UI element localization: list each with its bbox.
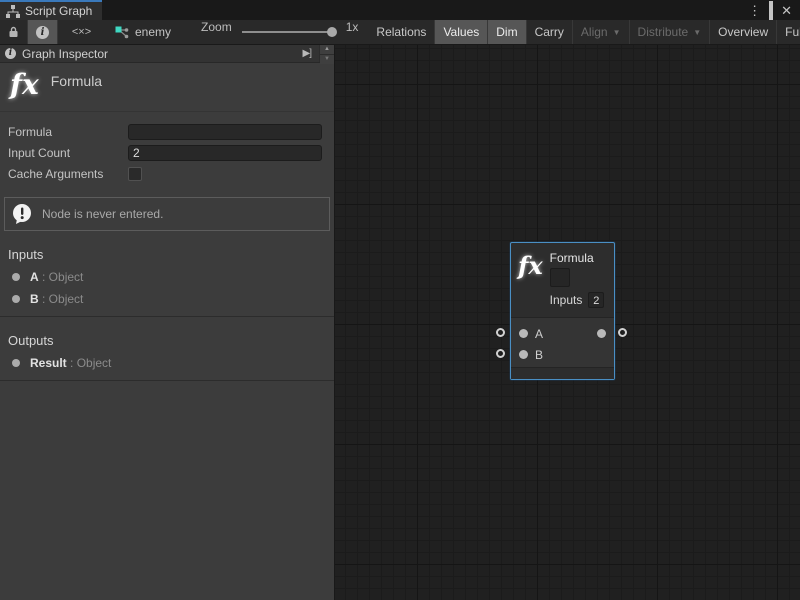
values-button[interactable]: Values (434, 20, 487, 44)
zoom-slider-knob[interactable] (327, 27, 337, 37)
input-count-label: Input Count (8, 146, 128, 160)
graph-canvas[interactable]: fx Formula Inputs 2 A B (335, 45, 800, 600)
warning-bubble-icon (11, 203, 34, 226)
output-port-result[interactable] (597, 329, 606, 338)
port-dot-icon (12, 359, 20, 367)
external-connection-port-a[interactable] (496, 328, 505, 337)
scroll-down-icon[interactable]: ▼ (320, 54, 334, 64)
zoom-label: Zoom (201, 20, 232, 44)
overview-button[interactable]: Overview (709, 20, 776, 44)
carry-button[interactable]: Carry (526, 20, 572, 44)
maximize-icon[interactable] (769, 4, 773, 17)
list-item: A : Object (0, 266, 334, 288)
inspector-fields: Formula Input Count Cache Arguments (0, 112, 334, 189)
external-connection-port-b[interactable] (496, 349, 505, 358)
toolbar-right-group: Relations Values Dim Carry Align ▼ Distr… (368, 20, 800, 44)
toolbar-left-group: i <×> (0, 20, 105, 44)
inputs-heading: Inputs (0, 241, 334, 266)
port-type: : Object (42, 292, 83, 306)
node-inputs-label: Inputs (550, 293, 583, 307)
relations-button[interactable]: Relations (368, 20, 434, 44)
list-item: B : Object (0, 288, 334, 310)
node-inspector-title: fx Formula (0, 63, 334, 112)
inspector-header: i Graph Inspector ▶] ▲ ▼ (0, 45, 334, 63)
chevron-down-icon: ▼ (693, 28, 701, 37)
cache-arguments-checkbox[interactable] (128, 167, 142, 181)
input-port-b[interactable] (519, 350, 528, 359)
fx-icon: fx (518, 251, 543, 317)
graph-breadcrumb-icon (115, 26, 129, 39)
inspector-header-title: Graph Inspector (22, 47, 108, 61)
script-graph-icon (6, 5, 20, 18)
tab-script-graph[interactable]: Script Graph (0, 0, 102, 20)
external-connection-port-result[interactable] (618, 328, 627, 337)
port-label: A (535, 327, 543, 341)
node-title: Formula (550, 251, 605, 265)
formula-node-footer (511, 367, 614, 379)
list-item: Result : Object (0, 352, 334, 374)
chevron-down-icon: ▼ (613, 28, 621, 37)
cache-arguments-label: Cache Arguments (8, 167, 128, 181)
distribute-dropdown[interactable]: Distribute ▼ (629, 20, 710, 44)
formula-input[interactable] (128, 124, 322, 140)
port-dot-icon (12, 295, 20, 303)
input-count-input[interactable] (128, 145, 322, 161)
zoom-slider[interactable] (242, 31, 346, 33)
code-preview-button[interactable]: <×> (57, 20, 105, 44)
inspector-node-title: Formula (51, 69, 102, 89)
formula-field-label: Formula (8, 125, 128, 139)
formula-node-header: fx Formula Inputs 2 (511, 243, 614, 318)
lock-icon (8, 26, 19, 38)
menu-kebab-icon[interactable]: ⋮ (748, 4, 761, 17)
port-name: B (30, 292, 39, 306)
graph-inspector-panel: i Graph Inspector ▶] ▲ ▼ fx Formula Form… (0, 45, 335, 600)
lock-button[interactable] (0, 20, 27, 44)
formula-node-ports: A B (511, 318, 614, 367)
code-icon: <×> (72, 26, 91, 38)
info-icon: i (5, 48, 16, 59)
dock-icon[interactable]: ▶] (301, 48, 313, 59)
close-icon[interactable]: ✕ (781, 4, 792, 17)
port-type: : Object (70, 356, 111, 370)
outputs-section: Outputs Result : Object (0, 317, 334, 381)
window-controls: ⋮ ✕ (748, 0, 800, 20)
breadcrumb: enemy (105, 20, 171, 44)
dim-button[interactable]: Dim (487, 20, 525, 44)
node-inputs-count[interactable]: 2 (588, 292, 604, 308)
fx-icon: fx (10, 69, 39, 101)
port-dot-icon (12, 273, 20, 281)
zoom-value: 1x (346, 20, 359, 44)
breadcrumb-graph-name[interactable]: enemy (135, 25, 171, 39)
inputs-section: Inputs A : Object B : Object (0, 231, 334, 317)
warning-text: Node is never entered. (42, 207, 163, 221)
port-name: A (30, 270, 39, 284)
node-formula-input[interactable] (550, 268, 570, 287)
inspector-toggle-button[interactable]: i (27, 20, 57, 44)
info-icon: i (36, 26, 49, 39)
outputs-heading: Outputs (0, 327, 334, 352)
port-name: Result (30, 356, 67, 370)
fullscreen-button[interactable]: Full Screen (776, 20, 800, 44)
port-type: : Object (42, 270, 83, 284)
scroll-up-icon[interactable]: ▲ (320, 45, 334, 54)
align-dropdown[interactable]: Align ▼ (572, 20, 629, 44)
window-tab-bar: Script Graph ⋮ ✕ (0, 0, 800, 20)
input-port-a[interactable] (519, 329, 528, 338)
tab-title: Script Graph (25, 4, 92, 18)
graph-toolbar: i <×> enemy Zoom 1x Relations Values Dim… (0, 20, 800, 45)
warning-banner: Node is never entered. (4, 197, 330, 231)
port-label: B (535, 348, 543, 362)
inspector-scroll-stepper: ▲ ▼ (319, 45, 334, 62)
formula-node[interactable]: fx Formula Inputs 2 A B (510, 242, 615, 380)
